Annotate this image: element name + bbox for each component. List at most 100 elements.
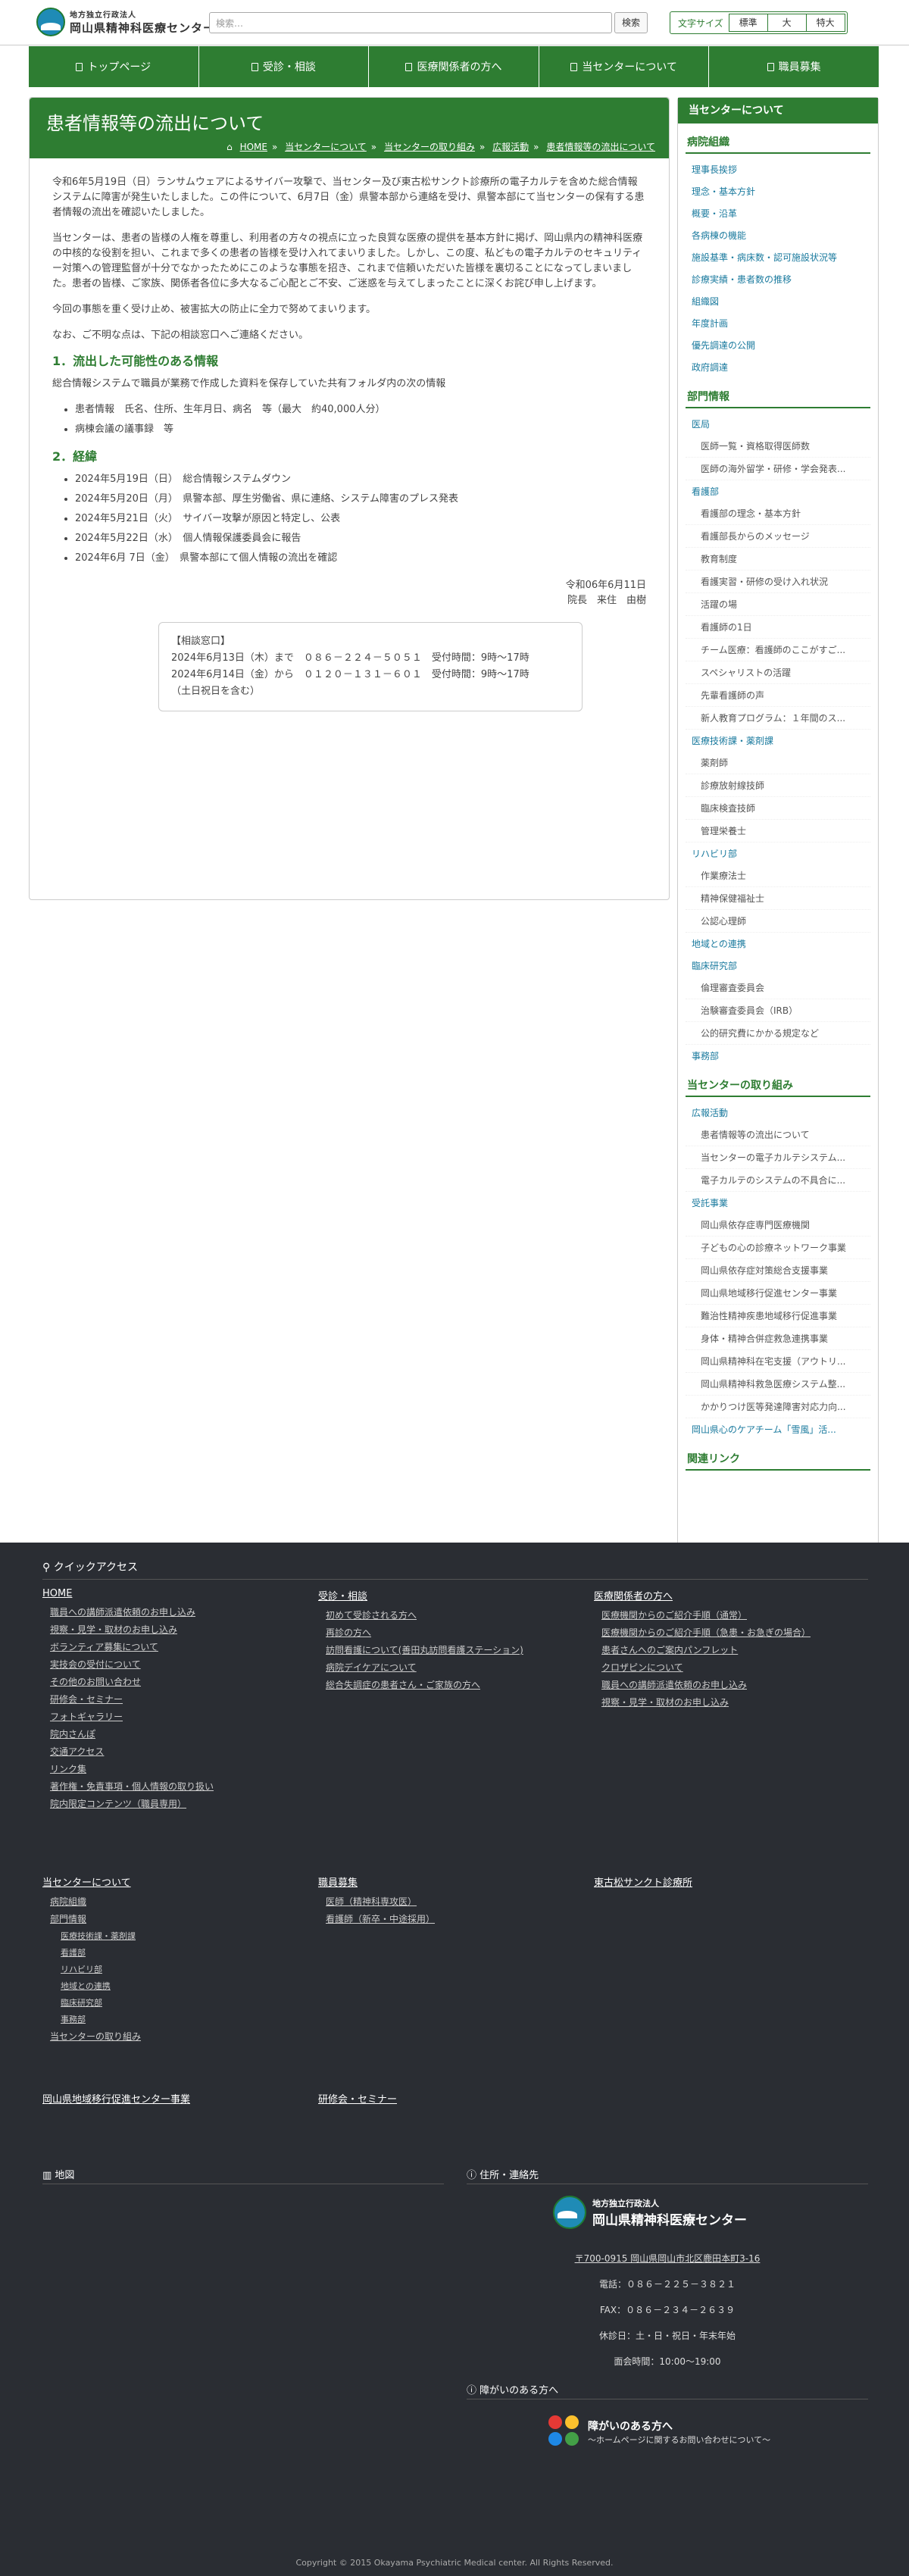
sidebar-sub-link[interactable]: 先輩看護師の声 (686, 684, 870, 707)
footer-link[interactable]: クロザピンについて (601, 1661, 851, 1674)
sidebar-link[interactable]: 理事長挨拶 (686, 158, 870, 180)
footer-link[interactable]: ボランティア募集について (50, 1640, 300, 1653)
sidebar-sub-link[interactable]: チーム医療：看護師のここがすご... (686, 639, 870, 661)
address-link[interactable]: 〒700-0915 岡山県岡山市北区鹿田本町3-16 (467, 2246, 868, 2271)
sidebar-sub-link[interactable]: 看護師の1日 (686, 616, 870, 639)
footer-link[interactable]: 当センターの取り組み (50, 2030, 300, 2043)
sidebar-section-title[interactable]: 当センターの取り組み (686, 1074, 870, 1097)
sidebar-link[interactable]: 概要・沿革 (686, 202, 870, 224)
sidebar-group-link[interactable]: 岡山県心のケアチーム「雪風」活... (686, 1418, 870, 1440)
breadcrumb-pr[interactable]: 広報活動 (492, 142, 529, 152)
footer-link[interactable]: リンク集 (50, 1762, 300, 1775)
sidebar-group-link[interactable]: 受託事業 (686, 1192, 870, 1214)
sidebar-group-link[interactable]: 事務部 (686, 1045, 870, 1067)
sidebar-sub-link[interactable]: 看護部長からのメッセージ (686, 525, 870, 548)
footer-link[interactable]: 再診の方へ (326, 1626, 576, 1639)
footer-link[interactable]: 著作権・免責事項・個人情報の取り扱い (50, 1780, 300, 1793)
sidebar-group-link[interactable]: 広報活動 (686, 1102, 870, 1124)
footer-link[interactable]: 患者さんへのご案内パンフレット (601, 1643, 851, 1656)
sidebar-sub-link[interactable]: 看護実習・研修の受け入れ状況 (686, 571, 870, 593)
footer-link[interactable]: 病院デイケアについて (326, 1661, 576, 1674)
sidebar-link[interactable]: 政府調達 (686, 356, 870, 378)
footer-link[interactable]: フォトギャラリー (50, 1710, 300, 1723)
search-button[interactable]: 検索 (614, 12, 648, 33)
sidebar-sub-link[interactable]: 看護部の理念・基本方針 (686, 502, 870, 525)
nav-medical[interactable]: 医療関係者の方へ (369, 46, 539, 87)
footer-link[interactable]: 病院組織 (50, 1895, 300, 1908)
sidebar-sub-link[interactable]: 倫理審査委員会 (686, 977, 870, 999)
sidebar-section-title[interactable]: 部門情報 (686, 386, 870, 408)
nav-top[interactable]: トップページ (29, 46, 199, 87)
search-input[interactable]: 検索… (209, 12, 612, 33)
footer-col-head[interactable]: 医療関係者の方へ (594, 1588, 851, 1602)
sidebar-sub-link[interactable]: 医師の海外留学・研修・学会発表... (686, 458, 870, 480)
footer-sub-link[interactable]: リハビリ部 (61, 1963, 300, 1975)
sidebar-sub-link[interactable]: 難治性精神疾患地域移行促進事業 (686, 1305, 870, 1327)
nav-consult[interactable]: 受診・相談 (199, 46, 370, 87)
sidebar-sub-link[interactable]: 精神保健福祉士 (686, 887, 870, 910)
footer-link[interactable]: 看護師（新卒・中途採用） (326, 1912, 576, 1925)
footer-link[interactable]: 医療機関からのご紹介手順（急患・お急ぎの場合） (601, 1626, 851, 1639)
sidebar-sub-link[interactable]: 岡山県依存症対策総合支援事業 (686, 1259, 870, 1282)
footer-sub-link[interactable]: 臨床研究部 (61, 1996, 300, 2009)
sidebar-sub-link[interactable]: 公認心理師 (686, 910, 870, 933)
sidebar-sub-link[interactable]: 岡山県精神科在宅支援（アウトリ... (686, 1350, 870, 1373)
sidebar-sub-link[interactable]: 臨床検査技師 (686, 797, 870, 820)
footer-col-head[interactable]: 研修会・セミナー (318, 2091, 576, 2106)
sidebar-link[interactable]: 年度計画 (686, 312, 870, 334)
sidebar-section-title[interactable]: 病院組織 (686, 131, 870, 154)
font-size-large[interactable]: 大 (767, 14, 807, 32)
footer-link[interactable]: 初めて受診される方へ (326, 1608, 576, 1621)
footer-col-head[interactable]: HOME (42, 1588, 300, 1599)
sidebar-link[interactable]: 各病棟の機能 (686, 224, 870, 246)
sidebar-sub-link[interactable]: 教育制度 (686, 548, 870, 571)
sidebar-sub-link[interactable]: 治験審査委員会（IRB） (686, 999, 870, 1022)
sidebar-sub-link[interactable]: 岡山県依存症専門医療機関 (686, 1214, 870, 1236)
sidebar-link[interactable]: 組織図 (686, 290, 870, 312)
breadcrumb-efforts[interactable]: 当センターの取り組み (384, 142, 475, 152)
footer-link[interactable]: 訪問看護について(善田丸訪問看護ステーション) (326, 1643, 576, 1656)
nav-about[interactable]: 当センターについて (539, 46, 710, 87)
sidebar-group-link[interactable]: 医局 (686, 413, 870, 435)
sidebar-group-link[interactable]: 医療技術課・薬剤課 (686, 730, 870, 752)
footer-link[interactable]: 医師（精神科専攻医） (326, 1895, 576, 1908)
footer-link[interactable]: 院内さんぽ (50, 1727, 300, 1740)
footer-link[interactable]: 職員への講師派遣依頼のお申し込み (50, 1605, 300, 1618)
footer-sub-link[interactable]: 事務部 (61, 2013, 300, 2025)
sidebar-sub-link[interactable]: 子どもの心の診療ネットワーク事業 (686, 1236, 870, 1259)
footer-link[interactable]: 院内限定コンテンツ（職員専用） (50, 1797, 300, 1810)
sidebar-link[interactable]: 診療実績・患者数の推移 (686, 268, 870, 290)
sidebar-sub-link[interactable]: 公的研究費にかかる規定など (686, 1022, 870, 1045)
sidebar-sub-link[interactable]: 岡山県地域移行促進センター事業 (686, 1282, 870, 1305)
footer-col-head[interactable]: 東古松サンクト診療所 (594, 1874, 851, 1889)
footer-col-head[interactable]: 受診・相談 (318, 1588, 576, 1602)
footer-link[interactable]: 研修会・セミナー (50, 1693, 300, 1705)
sidebar-sub-link[interactable]: 患者情報等の流出について (686, 1124, 870, 1146)
disability-banner[interactable]: 障がいのある方へ 〜ホームページに関するお問い合わせについて〜 (548, 2415, 770, 2449)
sidebar-sub-link[interactable]: 新人教育プログラム：１年間のス... (686, 707, 870, 730)
site-logo[interactable]: 地方独立行政法人 岡山県精神科医療センター (36, 8, 215, 36)
font-size-standard[interactable]: 標準 (728, 14, 768, 32)
footer-link[interactable]: 職員への講師派遣依頼のお申し込み (601, 1678, 851, 1691)
sidebar-sub-link[interactable]: スペシャリストの活躍 (686, 661, 870, 684)
sidebar-sub-link[interactable]: 管理栄養士 (686, 820, 870, 843)
sidebar-sub-link[interactable]: 薬剤師 (686, 752, 870, 774)
sidebar-sub-link[interactable]: 電子カルテのシステムの不具合に... (686, 1169, 870, 1192)
footer-link[interactable]: 医療機関からのご紹介手順（通常） (601, 1608, 851, 1621)
footer-col-head[interactable]: 当センターについて (42, 1874, 300, 1889)
nav-recruit[interactable]: 職員募集 (709, 46, 879, 87)
footer-link[interactable]: 視察・見学・取材のお申し込み (601, 1696, 851, 1708)
footer-link[interactable]: 視察・見学・取材のお申し込み (50, 1623, 300, 1636)
footer-link[interactable]: 総合失調症の患者さん・ご家族の方へ (326, 1678, 576, 1691)
sidebar-link[interactable]: 施設基準・病床数・認可施設状況等 (686, 246, 870, 268)
footer-col-head[interactable]: 岡山県地域移行促進センター事業 (42, 2091, 300, 2106)
sidebar-group-link[interactable]: リハビリ部 (686, 843, 870, 864)
breadcrumb-about[interactable]: 当センターについて (285, 142, 367, 152)
sidebar-sub-link[interactable]: 身体・精神合併症救急連携事業 (686, 1327, 870, 1350)
footer-link[interactable]: 部門情報 (50, 1912, 300, 1925)
footer-col-head[interactable]: 職員募集 (318, 1874, 576, 1889)
sidebar-sub-link[interactable]: 作業療法士 (686, 864, 870, 887)
sidebar-link[interactable]: 理念・基本方針 (686, 180, 870, 202)
footer-link[interactable]: 交通アクセス (50, 1745, 300, 1758)
sidebar-sub-link[interactable]: 医師一覧・資格取得医師数 (686, 435, 870, 458)
